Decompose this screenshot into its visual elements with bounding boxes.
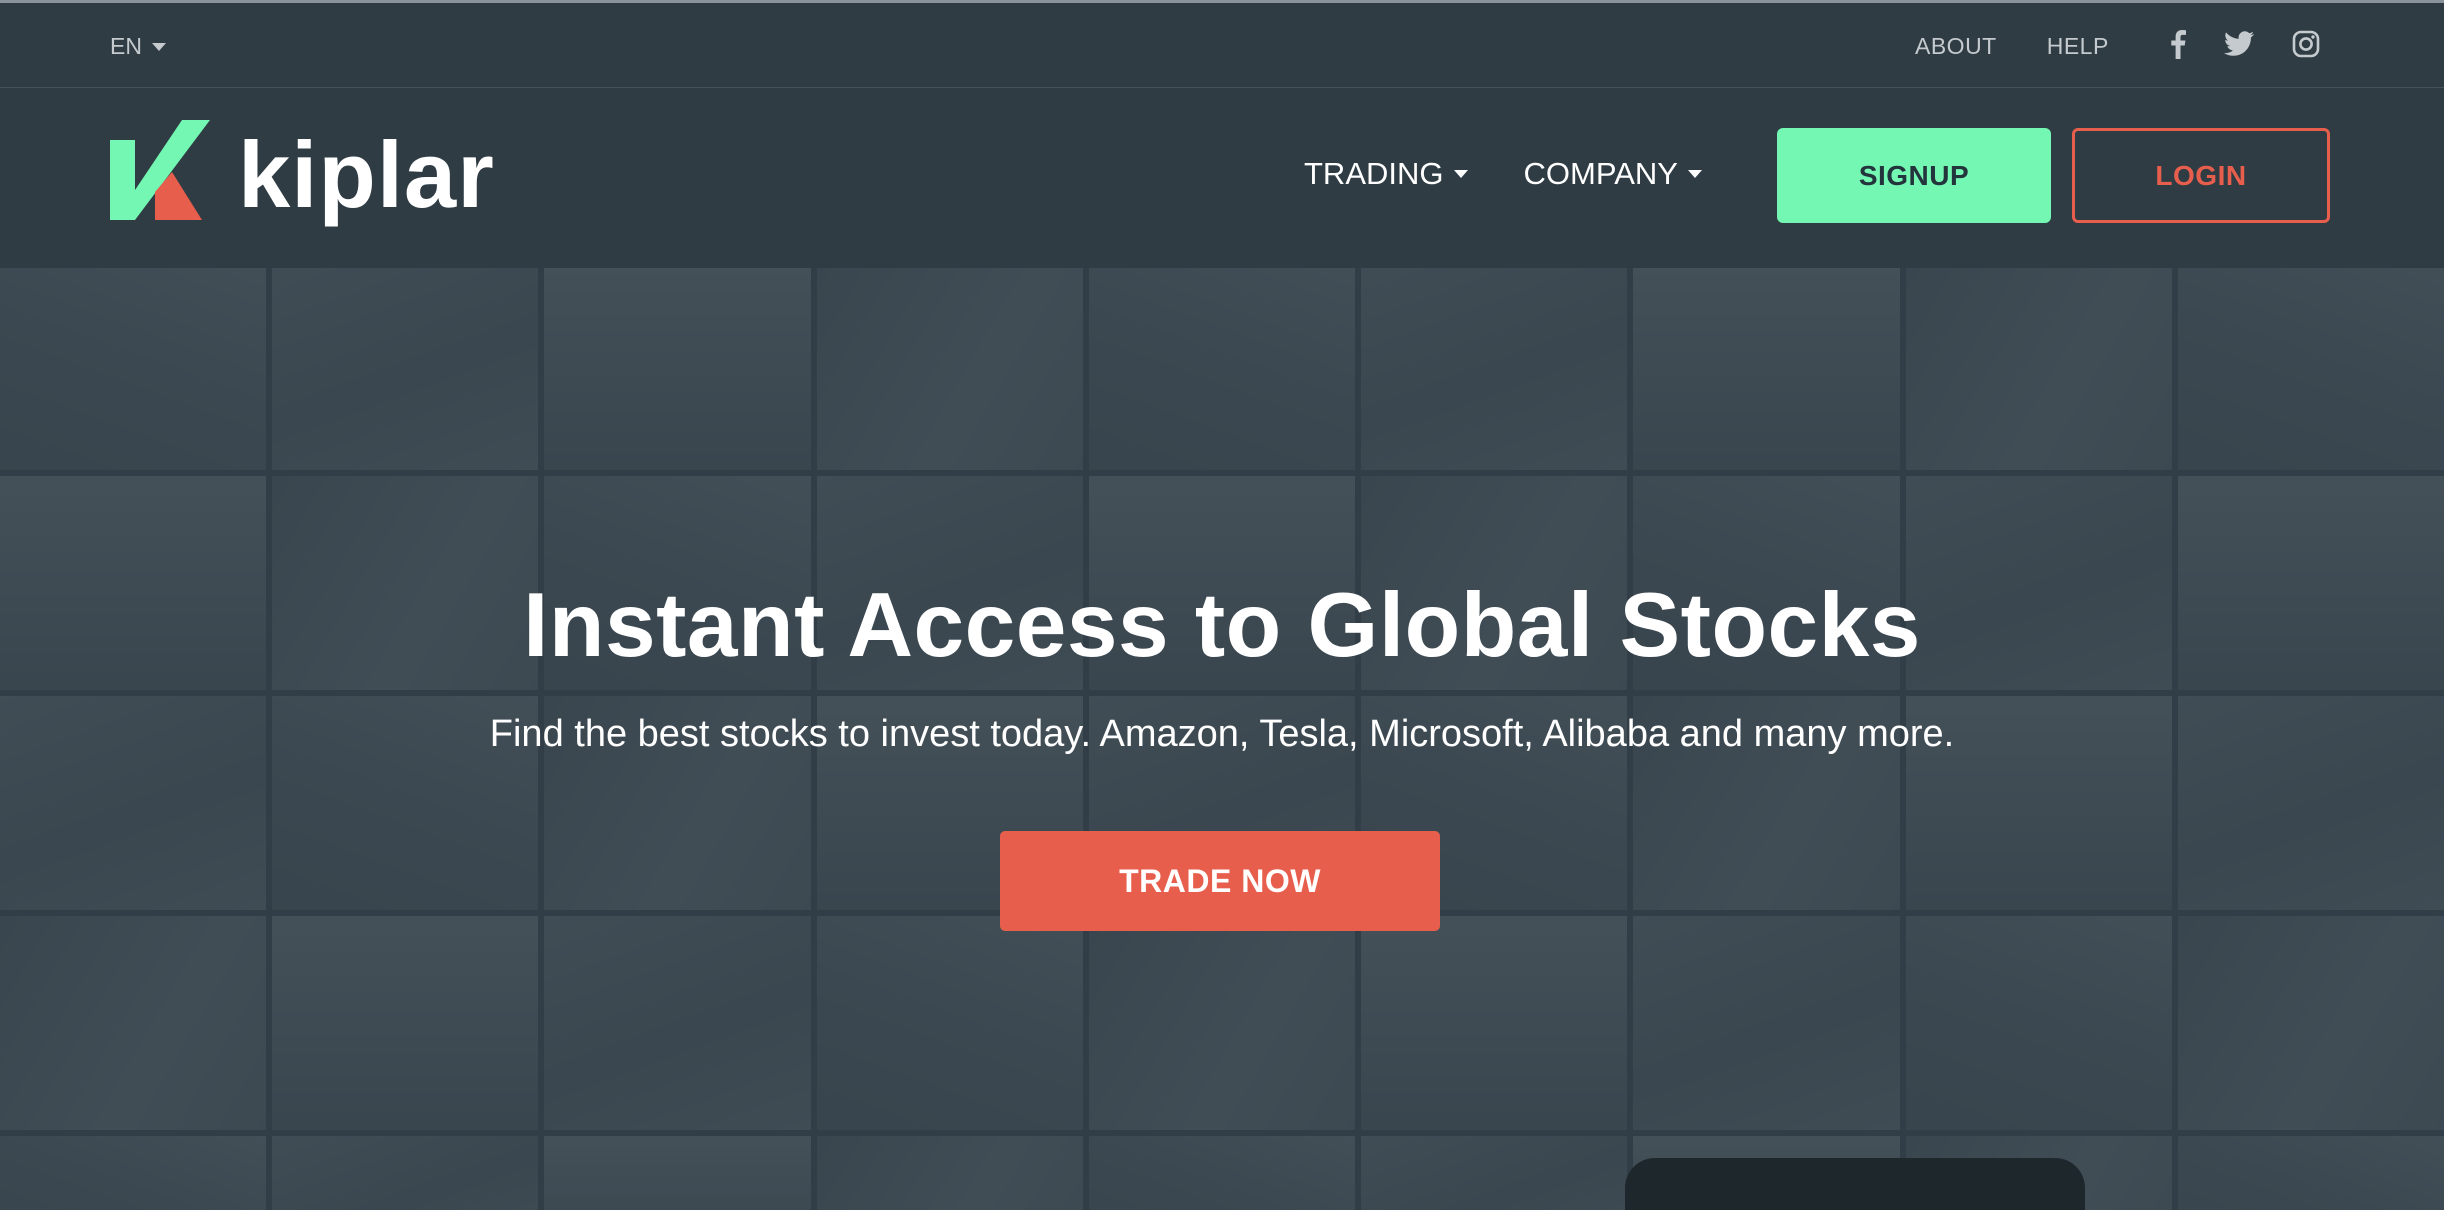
signup-button[interactable]: SIGNUP	[1777, 128, 2051, 223]
language-selector[interactable]: EN	[110, 33, 166, 60]
twitter-icon[interactable]	[2224, 31, 2254, 57]
chevron-down-icon	[151, 42, 166, 51]
nav-menu: TRADING COMPANY	[1304, 156, 1702, 192]
hero-section: Instant Access to Global Stocks Find the…	[0, 580, 2444, 756]
landing-page: EN ABOUT HELP kiplar TRADING COMPANY SIG…	[0, 0, 2444, 1210]
instagram-icon[interactable]	[2292, 30, 2320, 58]
device-mockup	[1625, 1158, 2085, 1210]
nav-item-company[interactable]: COMPANY	[1524, 156, 1702, 192]
social-links	[2170, 29, 2320, 59]
top-links: ABOUT HELP	[1915, 33, 2109, 60]
kiplar-logo-icon	[110, 120, 210, 220]
brand-name: kiplar	[238, 122, 495, 227]
trade-now-button[interactable]: TRADE NOW	[1000, 831, 1440, 931]
login-button[interactable]: LOGIN	[2072, 128, 2330, 223]
nav-item-trading[interactable]: TRADING	[1304, 156, 1468, 192]
brand-logo[interactable]: kiplar	[110, 118, 495, 222]
facebook-icon[interactable]	[2170, 29, 2186, 59]
chevron-down-icon	[1453, 170, 1468, 178]
hero-subheadline: Find the best stocks to invest today. Am…	[489, 713, 1955, 755]
nav-item-trading-label: TRADING	[1304, 156, 1444, 191]
language-label: EN	[110, 33, 142, 59]
about-link[interactable]: ABOUT	[1915, 33, 1997, 60]
hero-headline: Instant Access to Global Stocks	[523, 575, 1921, 676]
help-link[interactable]: HELP	[2047, 33, 2109, 60]
nav-item-company-label: COMPANY	[1523, 156, 1678, 191]
chevron-down-icon	[1687, 170, 1702, 178]
main-navigation: kiplar TRADING COMPANY SIGNUP LOGIN	[0, 88, 2444, 268]
top-utility-bar: EN ABOUT HELP	[0, 0, 2444, 88]
